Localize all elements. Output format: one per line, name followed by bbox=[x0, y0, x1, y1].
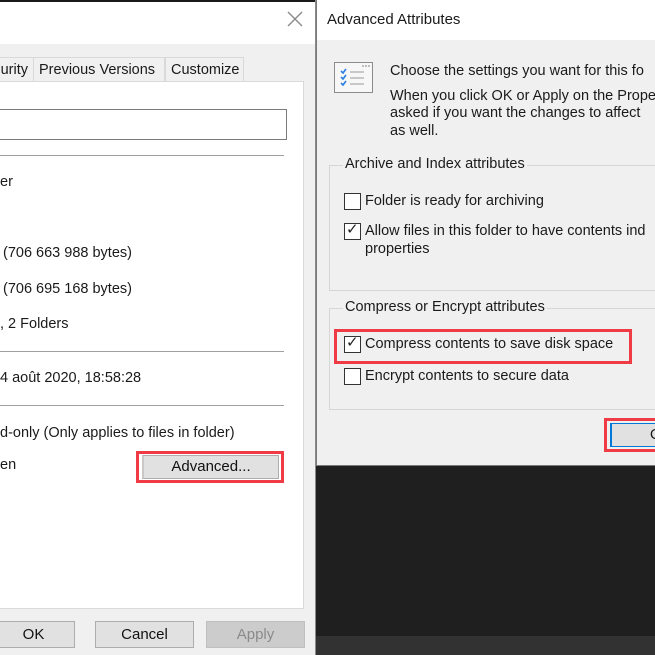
close-icon[interactable] bbox=[283, 9, 307, 33]
size-value: (706 663 988 bytes) bbox=[3, 245, 132, 261]
description-text: When you click OK or Apply on the Prope bbox=[390, 88, 655, 104]
description-heading: Choose the settings you want for this fo bbox=[390, 63, 644, 79]
compress-checkbox[interactable]: ✓ bbox=[344, 334, 361, 353]
dialog-title: Advanced Attributes bbox=[327, 11, 461, 28]
close-x-glyph bbox=[287, 11, 303, 27]
ok-button[interactable]: OK bbox=[0, 621, 75, 648]
properties-title-bar bbox=[0, 0, 315, 44]
archiving-label: Folder is ready for archiving bbox=[365, 193, 544, 209]
advanced-button[interactable]: Advanced... bbox=[142, 455, 279, 479]
separator bbox=[0, 405, 284, 406]
encrypt-checkbox[interactable] bbox=[344, 368, 361, 385]
advanced-ok-button[interactable]: O bbox=[610, 423, 655, 447]
tab-security[interactable]: urity bbox=[0, 57, 34, 82]
hidden-attribute-label[interactable]: en bbox=[0, 457, 16, 473]
index-contents-label: Allow files in this folder to have conte… bbox=[365, 223, 646, 239]
compress-label: Compress contents to save disk space bbox=[365, 336, 614, 352]
size-on-disk-value: (706 695 168 bytes) bbox=[3, 281, 132, 297]
description-text: as well. bbox=[390, 123, 439, 139]
archive-index-group-label: Archive and Index attributes bbox=[343, 156, 527, 172]
separator bbox=[0, 351, 284, 352]
folder-properties-dialog: urity Previous Versions Customize er (70… bbox=[0, 0, 316, 655]
contains-value: , 2 Folders bbox=[0, 316, 69, 332]
advanced-attributes-dialog: Advanced Attributes Choose the settings … bbox=[316, 0, 655, 466]
tab-customize[interactable]: Customize bbox=[165, 57, 244, 82]
archiving-checkbox[interactable] bbox=[344, 193, 361, 210]
apply-button[interactable]: Apply bbox=[206, 621, 305, 648]
encrypt-label: Encrypt contents to secure data bbox=[365, 368, 569, 384]
description-text: asked if you want the changes to affect bbox=[390, 105, 641, 121]
index-contents-option[interactable]: ✓ Allow files in this folder to have con… bbox=[344, 221, 646, 241]
folder-name-input[interactable] bbox=[0, 109, 287, 140]
separator bbox=[0, 155, 284, 156]
compress-encrypt-group bbox=[329, 308, 655, 410]
compress-option[interactable]: ✓ Compress contents to save disk space bbox=[344, 334, 614, 354]
check-icon: ✓ bbox=[346, 221, 359, 238]
compress-encrypt-group-label: Compress or Encrypt attributes bbox=[343, 299, 547, 315]
read-only-attribute-label[interactable]: d-only (Only applies to files in folder) bbox=[0, 425, 235, 441]
tab-previous-versions[interactable]: Previous Versions bbox=[33, 57, 165, 82]
type-value: er bbox=[0, 174, 13, 190]
checklist-icon bbox=[334, 62, 373, 93]
index-contents-label-continued: properties bbox=[365, 241, 430, 257]
taskbar bbox=[316, 636, 655, 655]
archiving-option[interactable]: Folder is ready for archiving bbox=[344, 192, 544, 211]
window-top-edge bbox=[0, 0, 315, 2]
check-icon: ✓ bbox=[346, 334, 359, 351]
advanced-title-bar: Advanced Attributes bbox=[317, 0, 655, 40]
created-value: 4 août 2020, 18:58:28 bbox=[0, 370, 142, 386]
encrypt-option[interactable]: Encrypt contents to secure data bbox=[344, 367, 569, 386]
general-tab-panel bbox=[0, 81, 304, 609]
cancel-button[interactable]: Cancel bbox=[95, 621, 194, 648]
checklist-glyph bbox=[340, 65, 370, 87]
index-contents-checkbox[interactable]: ✓ bbox=[344, 221, 361, 240]
